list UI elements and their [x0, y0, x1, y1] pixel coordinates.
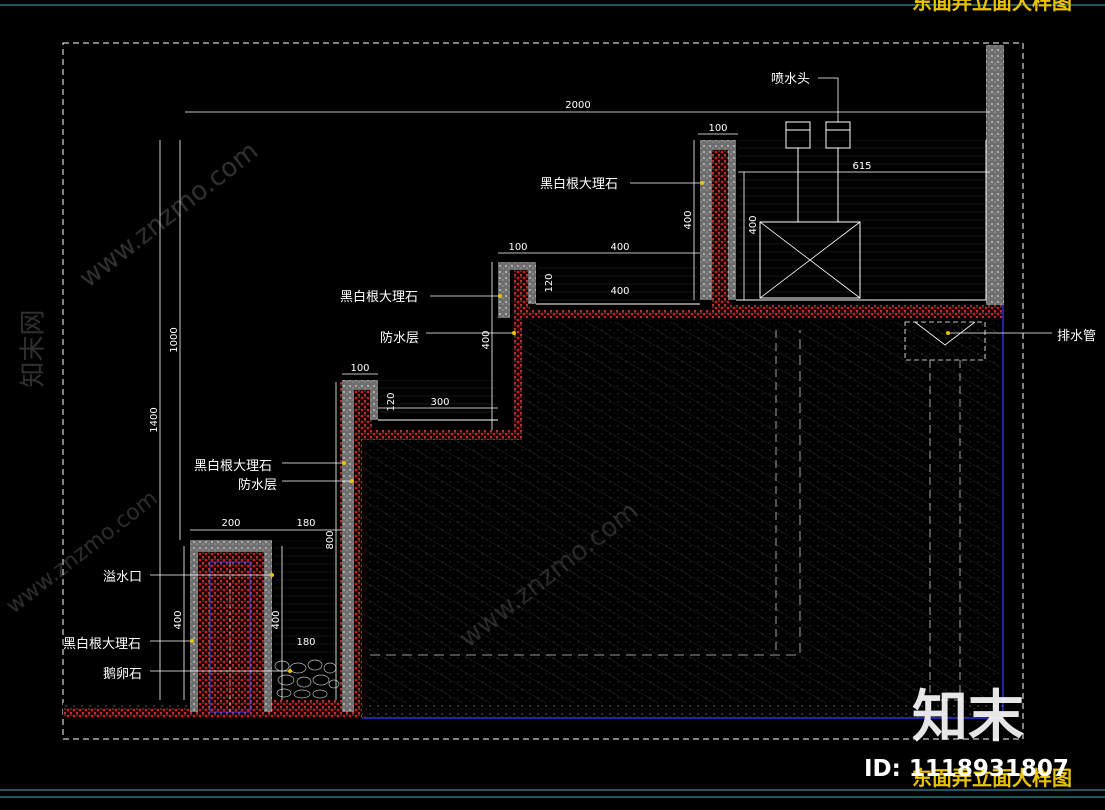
watermark-brand-side: 知末网 [18, 309, 49, 388]
dim-2000: 2000 [565, 100, 590, 111]
label-waterproof-1: 防水层 [380, 331, 420, 346]
watermark-id: ID: 1118931807 [864, 756, 1069, 782]
watermark-brand: 知末 [912, 685, 1024, 750]
dim-low100: 100 [350, 363, 369, 374]
dim-800: 800 [325, 530, 336, 549]
top-wall-cap [986, 45, 1004, 305]
dim-bot200: 200 [221, 518, 240, 529]
label-nozzle: 喷水头 [771, 72, 811, 87]
dim-1400: 1400 [149, 407, 160, 432]
label-marble-4: 黑白根大理石 [63, 637, 142, 652]
label-drain: 排水管 [1057, 329, 1097, 344]
dim-615: 615 [852, 161, 871, 172]
label-marble-3: 黑白根大理石 [194, 459, 273, 474]
dim-bot180: 180 [296, 518, 315, 529]
label-waterproof-2: 防水层 [238, 478, 278, 493]
dim-400-left: 400 [173, 610, 184, 629]
label-overflow: 溢水口 [103, 570, 143, 585]
dim-mid120: 120 [544, 273, 555, 292]
dim-mid400-bottom: 400 [610, 286, 629, 297]
dim-400-right: 400 [271, 610, 282, 629]
dim-mid100: 100 [508, 242, 527, 253]
label-marble-2: 黑白根大理石 [340, 290, 419, 305]
pebble-fill [274, 659, 340, 699]
dim-300: 300 [430, 397, 449, 408]
label-pebble: 鹅卵石 [103, 667, 143, 682]
label-marble-1: 黑白根大理石 [540, 177, 619, 192]
dim-400-top: 400 [683, 210, 694, 229]
dim-mid400-top: 400 [610, 242, 629, 253]
dim-low120: 120 [386, 392, 397, 411]
dim-bot180b: 180 [296, 637, 315, 648]
dim-1000: 1000 [169, 327, 180, 352]
dim-top100: 100 [708, 123, 727, 134]
leader-nozzle [818, 77, 839, 122]
dim-400-inner: 400 [748, 215, 759, 234]
drawing-title-top: 东面弄立面大样图 [912, 0, 1072, 14]
